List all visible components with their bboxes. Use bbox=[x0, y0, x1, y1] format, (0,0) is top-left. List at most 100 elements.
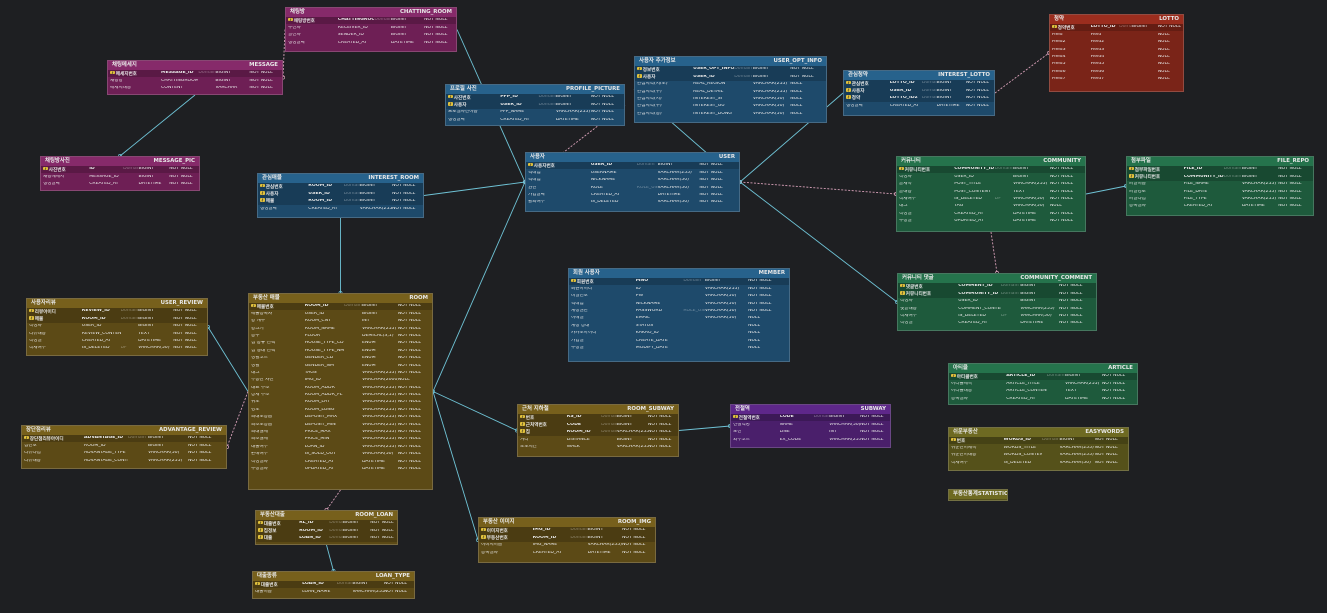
column-row[interactable]: ⚷채팅방번호 CHATTINGROOM_IDDomainBIGINT NOT NUL… bbox=[286, 17, 456, 25]
entity-easywords[interactable]: 쉬운부동산 EASYWORDS ⚷ 번호 WORDS_ID Domain BIGINT NOT… bbox=[948, 427, 1129, 471]
column-row[interactable]: ⚷대출번호 RL_ID DomainBIGINT NOT NULL bbox=[256, 520, 397, 528]
column-row[interactable]: 등록일자 CREATED_AT DATETIME NOT NULL bbox=[479, 549, 655, 556]
column-row[interactable]: 태그 TAG VARCHAR(50) NULL bbox=[897, 203, 1085, 210]
column-row[interactable]: 대출이름 LOAN_NAME VARCHAR(255) NOT NULL bbox=[253, 588, 414, 595]
column-row[interactable]: 전철역명 NAME VARCHAR(50) NOT NULL bbox=[731, 421, 890, 428]
column-row[interactable]: 계정 상태 STATUS NULL bbox=[569, 322, 789, 329]
column-row[interactable]: 리뷰내용 ADVANTAGE_CONTENT VARCHAR(255) NOT NUL… bbox=[22, 457, 226, 464]
column-row[interactable]: 아티클제목 ARTICLE_TITLE VARCHAR(255) NOT NULL bbox=[949, 380, 1137, 387]
entity-chatting-room[interactable]: 채팅방 CHATTING_ROOM ⚷채팅방번호 CHATTINGROOM_IDDom… bbox=[285, 7, 457, 52]
column-row[interactable]: ⚷ 커뮤니티번호 COMMUNITY_ID Domain BIGINT NOT NULL bbox=[897, 166, 1085, 174]
column-row[interactable]: 판매여부 IS_SOLD_OUT VARCHAR(50) NOT NULL bbox=[249, 451, 432, 458]
column-row[interactable]: 카카오아이디 KAKAO_ID NULL bbox=[569, 330, 789, 337]
column-row[interactable]: 성별 GENDER_NM ENUM NOT NULL bbox=[249, 362, 432, 369]
column-row[interactable]: ⚷ 매물 ROOM_ID Domain BIGINT NOT NULL bbox=[27, 315, 207, 323]
column-row[interactable]: 방 개수 ROOM_CNT INT NOT NULL bbox=[249, 318, 432, 325]
column-row[interactable]: ⚷청약번호 LOTTO_IDDomainBIGINT NOT NULL bbox=[1050, 24, 1183, 32]
column-row[interactable]: ⚷집정보 ROOM_ID DomainBIGINT NOT NULL bbox=[256, 527, 397, 535]
entity-user-review[interactable]: 사용자리뷰 USER_REVIEW ⚷ 리뷰아이디 REVIEW_ID Domain BIG… bbox=[26, 298, 208, 356]
column-row[interactable]: ⚷ 리뷰아이디 REVIEW_ID Domain BIGINT NOT NULL bbox=[27, 308, 207, 316]
column-row[interactable]: 대출여부 LOAN_ID VARCHAR(255) NOT NULL bbox=[249, 443, 432, 450]
column-row[interactable]: 도보시간 WALK VARCHAR(255) NOT NULL bbox=[518, 444, 678, 451]
column-row[interactable]: 층수 FLOOR DEMICAL(3,1) NOT NULL bbox=[249, 333, 432, 340]
column-row[interactable]: 집 종류 선택 HOUSE_TYPE_CD ENUM NOT NULL bbox=[249, 340, 432, 347]
entity-article[interactable]: 아티클 ARTICLE ⚷ 아티클번호 ARTICLE_ID Domain BIGINT NO… bbox=[948, 363, 1138, 405]
column-row[interactable]: 권한 ROLE ROLE_USER, ROLE_ADMINVARCHAR(50) NO… bbox=[526, 184, 739, 191]
column-row[interactable]: ⚷ 메세지번호 MESSAGE_ID Domain BIGINT NOT NULL bbox=[108, 70, 282, 78]
column-row[interactable]: 성별코드 GENDER_CD ENUM NOT NULL bbox=[249, 355, 432, 362]
column-row[interactable]: ⚷ 사용자번호 USER_ID Domain BIGINT NOT NULL bbox=[526, 162, 739, 170]
entity-interest-room[interactable]: 관심매물 INTEREST_ROOM ⚷ 관심번호 ROOM_ID Domain BIGIN… bbox=[257, 173, 424, 218]
column-row[interactable]: 관심지역(구) REAL_DETAIL VARCHAR(255) NULL bbox=[635, 88, 826, 95]
column-row[interactable]: 닉네임 NICKNAME VARCHAR(50) NOT NULL bbox=[569, 300, 789, 307]
column-row[interactable]: ⚷대출 LOAN_ID DomainBIGINT NOT NULL bbox=[256, 534, 397, 543]
column-row[interactable]: 관심지역(시/도) REAL_REGION VARCHAR(255) NULL bbox=[635, 81, 826, 88]
column-row[interactable]: 최소월세 PRICE_MIN VARCHAR(255) NOT NULL bbox=[249, 436, 432, 443]
column-row[interactable]: 삭제여부 IS_DELETED DF VARCHAR(50) NOT NULL bbox=[897, 196, 1085, 203]
column-row[interactable]: 탈퇴여부 IS_DELETED VARCHAR(50) NOT NULL bbox=[526, 199, 739, 206]
entity-loan-type[interactable]: 대출종류 LOAN_TYPE ⚷대출번호 LOAN_ID DomainBIGINT NOT… bbox=[252, 571, 415, 599]
column-row[interactable]: 글내용 POST_CONTENT TEXT NOT NULL bbox=[897, 188, 1085, 195]
column-row[interactable]: 가입날짜 CREATED_AT DATETIME NOT NULL bbox=[526, 192, 739, 199]
column-row[interactable]: ⚷번호 RS_ID DomainBIGINT NOT NULL bbox=[518, 414, 678, 422]
column-row[interactable]: 태그 TAGS VARCHAR(255) NOT NULL bbox=[249, 370, 432, 377]
column-row[interactable]: ⚷ 매물 ROOM_ID Domain BIGINT NOT NULL bbox=[258, 197, 423, 206]
column-row[interactable]: ⚷ 회원번호 MNO Domain BIGINT NOT NULL bbox=[569, 278, 789, 286]
entity-message-pic[interactable]: 채팅방사진 MESSAGE_PIC ⚷사진번호 ID DomainBIGINT NOT N… bbox=[40, 156, 200, 191]
entity-community-comment[interactable]: 커뮤니티 댓글 COMMUNITY_COMMENT ⚷ 댓글번호 COMMENT_ID D… bbox=[897, 273, 1097, 331]
column-row[interactable]: 등록일자 CREATED_AT DATETIME NOT NULL bbox=[1127, 203, 1313, 210]
column-row[interactable]: Field6 Field6 NULL bbox=[1050, 68, 1183, 75]
column-row[interactable]: 댓글내용 COMMENT_CONTENT VARCHAR(255) NOT NULL bbox=[898, 305, 1096, 312]
entity-advantage-review[interactable]: 장단점리뷰 ADVANTAGE_REVIEW ⚷ 장단점리뷰아이디 ADVANTAGE_… bbox=[21, 425, 227, 469]
column-row[interactable]: 상세 주소 ROOM_ADDR_FL VARCHAR(255) NOT NULL bbox=[249, 392, 432, 399]
column-row[interactable]: 생성날짜 CREATED_AT DATETIME NOT NULL bbox=[446, 116, 624, 123]
column-row[interactable]: 작성자 USER_ID BIGINT NOT NULL bbox=[898, 298, 1096, 305]
column-row[interactable]: Field7 Field7 NULL bbox=[1050, 76, 1183, 83]
column-row[interactable]: ⚷사용자 USER_ID DomainBIGINT NOT NULL bbox=[635, 73, 826, 81]
column-row[interactable]: 채팅메세지 MESSAGE_ID BIGINT NOT NULL bbox=[41, 173, 199, 180]
column-row[interactable]: ⚷ 매물번호 ROOM_ID Domain BIGINT NOT NULL bbox=[249, 303, 432, 311]
column-row[interactable]: 이메일 EMAIL VARCHAR(50) NULL bbox=[569, 315, 789, 322]
column-row[interactable]: 계정권한 PASSWORD ROLE_USER, ROLE_ADMINVARCHAR… bbox=[569, 308, 789, 315]
entity-file-repo[interactable]: 첨부파일 FILE_REPO ⚷ 첨부파일번호 FILE_ID Domain BIGINT N… bbox=[1126, 156, 1314, 216]
entity-interest-lotto[interactable]: 관심청약INTEREST_LOTTO⚷관심번호LOTTO_IDDomainBIG… bbox=[843, 70, 995, 116]
column-row[interactable]: 리뷰타입 ADVANTAGE_TYPE VARCHAR(50) NOT NULL bbox=[22, 450, 226, 457]
column-row[interactable]: ⚷근처역번호 CODE DomainBIGINT NOT NULL bbox=[518, 421, 678, 429]
entity-room-loan[interactable]: 부동산대출ROOM_LOAN⚷대출번호RL_IDDomainBIGINTNOT … bbox=[255, 510, 398, 545]
entity-subway[interactable]: 전철역SUBWAY⚷전철역번호CODEDomainBIGINTNOT NULL전… bbox=[730, 404, 891, 448]
column-row[interactable]: 등록일자 CREATED_AT DATETIME NOT NULL bbox=[949, 395, 1137, 402]
entity-lotto[interactable]: 청약 LOTTO ⚷청약번호 LOTTO_IDDomainBIGINT NOT NULL… bbox=[1049, 14, 1184, 92]
column-row[interactable]: ⚷집 ROOM_ID DomainVARCHAR(255)NOT NULL bbox=[518, 428, 678, 437]
column-row[interactable]: 작성일 CREATED_AT DATETIME NOT NULL bbox=[897, 210, 1085, 217]
column-row[interactable]: Field Field NULL bbox=[1050, 31, 1183, 38]
column-row[interactable]: 노선 LINE INT NOT NULL bbox=[731, 429, 890, 436]
column-row[interactable]: 리뷰내용 REVIEW_CONTENT TEXT NOT NULL bbox=[27, 330, 207, 337]
column-row[interactable]: ⚷ 이미지번호 IMG_ID Domain BIGINT NOT NULL bbox=[479, 527, 655, 535]
column-row[interactable]: 파일이름 FILE_NAME VARCHAR(255) NOT NULL bbox=[1127, 181, 1313, 188]
column-row[interactable]: 수신자 RECEIVER_ID BIGINT NOT NULL bbox=[286, 24, 456, 31]
column-row[interactable]: 작성일자 CREATED_AT DATETIME NOT NULL bbox=[249, 458, 432, 465]
column-row[interactable]: 매물등록자 USER_ID BIGINT NOT NULL bbox=[249, 310, 432, 317]
column-row[interactable]: 삭제여부 IS_DELETED VARCHAR(50) NOT NULL bbox=[949, 459, 1128, 466]
column-row[interactable]: 위도 ROOM_LAT VARCHAR(255) NOT NULL bbox=[249, 399, 432, 406]
column-row[interactable]: 생성날짜 CREATED_AT VARCHAR(255) NOT NULL bbox=[258, 205, 423, 212]
column-row[interactable]: 메세지내용 CONTENT VARCHAR NOT NULL bbox=[108, 85, 282, 92]
column-row[interactable]: 방크기 ROOM_NAME VARCHAR(255) NOT NULL bbox=[249, 325, 432, 332]
column-row[interactable]: Field4 Field4 NULL bbox=[1050, 54, 1183, 61]
column-row[interactable]: 관심지역(구) INTEREST_GU VARCHAR(50) NULL bbox=[635, 103, 826, 110]
column-row[interactable]: 쉬운단어제목 WORDS_TITLE VARCHAR(255) NOT NULL bbox=[949, 444, 1128, 451]
column-row[interactable]: 회원아이디 ID VARCHAR(255) NOT NULL bbox=[569, 285, 789, 292]
entity-room-subway[interactable]: 근처 지하철ROOM_SUBWAY⚷번호RS_IDDomainBIGINTNOT… bbox=[517, 404, 679, 457]
column-row[interactable]: ⚷정보번호 USER_OPT_INFO_IDDomainBIGINT NOT NUL… bbox=[635, 66, 826, 74]
column-row[interactable]: 대표 주소 ROOM_ADDR VARCHAR(255) NOT NULL bbox=[249, 384, 432, 391]
column-row[interactable]: 가입일 CREATE_DATE NULL bbox=[569, 337, 789, 344]
column-row[interactable]: 프로필사진이름 PFP_NAME VARCHAR(255) NOT NULL bbox=[446, 109, 624, 116]
column-row[interactable]: 삭제여부 IS_DELETED DF VARCHAR(50) NOT NULL bbox=[898, 313, 1096, 320]
column-row[interactable]: 글제목 POST_TITLE VARCHAR(255) NOT NULL bbox=[897, 181, 1085, 188]
column-row[interactable]: ⚷대출번호 LOAN_ID DomainBIGINT NOT NULL bbox=[253, 581, 414, 589]
entity-statistics[interactable]: 부동산통계STATISTICS bbox=[948, 489, 1008, 501]
column-row[interactable]: 비밀번호 PW VARCHAR(50) NOT NULL bbox=[569, 293, 789, 300]
column-row[interactable]: ⚷사용자 USER_ID DomainBIGINT NOT NULL bbox=[446, 101, 624, 109]
column-row[interactable]: 부동산 사진 IMG_ID VARCHAR(2000) NULL bbox=[249, 377, 432, 384]
entity-community[interactable]: 커뮤니티 COMMUNITY ⚷ 커뮤니티번호 COMMUNITY_ID Domain BI… bbox=[896, 156, 1086, 232]
